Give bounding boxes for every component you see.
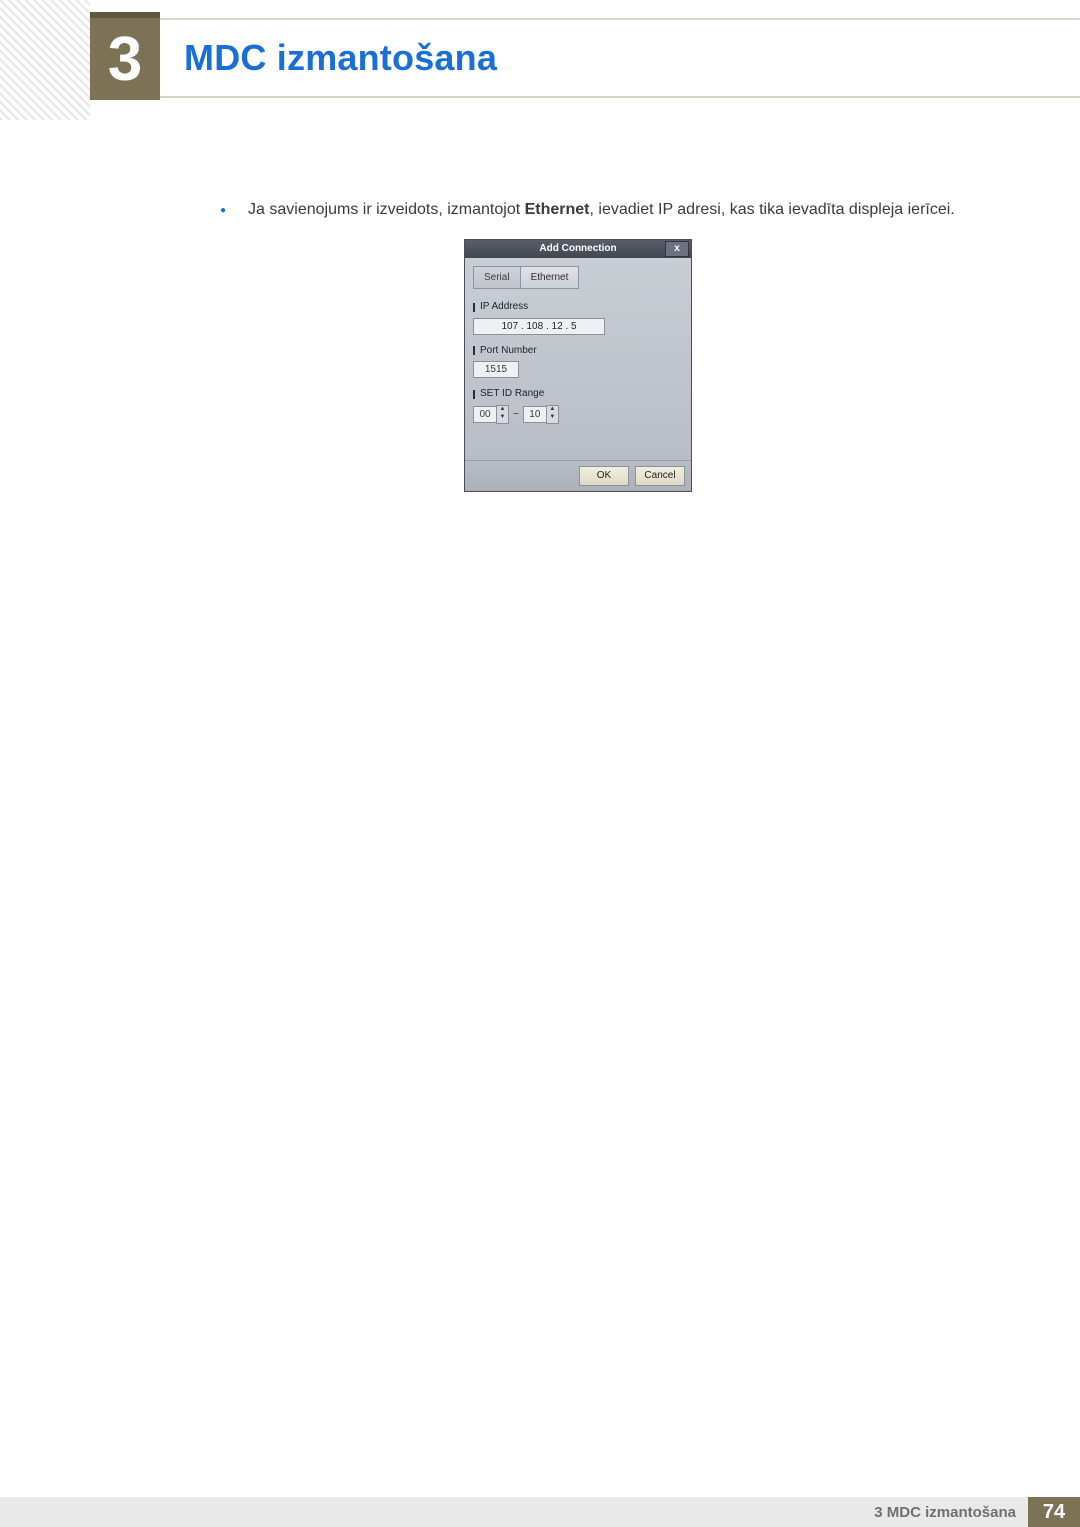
- label-port-number: Port Number: [473, 343, 683, 359]
- add-connection-dialog: Add Connection x Serial Ethernet IP Addr…: [464, 239, 692, 492]
- hatch-decoration: [0, 0, 90, 120]
- bullet-bold: Ethernet: [525, 201, 590, 218]
- chevron-down-icon: ▼: [547, 414, 558, 423]
- range-from-spinner[interactable]: 00 ▲▼: [473, 405, 509, 424]
- chevron-up-icon: ▲: [497, 406, 508, 415]
- bullet-icon: ●: [220, 200, 226, 223]
- ok-button[interactable]: OK: [579, 466, 629, 486]
- range-to-spinner[interactable]: 10 ▲▼: [523, 405, 559, 424]
- bullet-post: , ievadiet IP adresi, kas tika ievadīta …: [590, 201, 955, 218]
- page-number: 74: [1028, 1497, 1080, 1527]
- dialog-button-row: OK Cancel: [465, 460, 691, 491]
- spinner-buttons[interactable]: ▲▼: [546, 405, 559, 424]
- port-number-input[interactable]: 1515: [473, 361, 519, 378]
- close-icon: x: [674, 244, 680, 254]
- header-rule: MDC izmantošana: [160, 18, 1080, 98]
- ip-address-input[interactable]: 107 . 108 . 12 . 5: [473, 318, 605, 335]
- ip-address-row: 107 . 108 . 12 . 5: [473, 318, 683, 335]
- bullet-item: ● Ja savienojums ir izveidots, izmantojo…: [220, 198, 990, 223]
- bullet-text: Ja savienojums ir izveidots, izmantojot …: [248, 198, 955, 223]
- set-id-range-row: 00 ▲▼ ~ 10 ▲▼: [473, 405, 683, 424]
- range-from-value: 00: [473, 406, 496, 423]
- chevron-down-icon: ▼: [497, 414, 508, 423]
- chevron-up-icon: ▲: [547, 406, 558, 415]
- label-set-id-range: SET ID Range: [473, 386, 683, 402]
- cancel-button[interactable]: Cancel: [635, 466, 685, 486]
- page-header: 3 MDC izmantošana: [0, 0, 1080, 120]
- footer-text: 3 MDC izmantošana: [0, 1497, 1028, 1527]
- chapter-number-badge: 3: [90, 12, 160, 100]
- range-to-value: 10: [523, 406, 546, 423]
- tab-ethernet[interactable]: Ethernet: [520, 266, 580, 290]
- dialog-body: Serial Ethernet IP Address 107 . 108 . 1…: [465, 258, 691, 460]
- tab-serial[interactable]: Serial: [473, 266, 521, 290]
- range-separator: ~: [513, 407, 519, 423]
- close-button[interactable]: x: [665, 241, 689, 257]
- bullet-pre: Ja savienojums ir izveidots, izmantojot: [248, 201, 525, 218]
- label-ip-address: IP Address: [473, 299, 683, 315]
- dialog-titlebar: Add Connection x: [465, 240, 691, 258]
- body-text: ● Ja savienojums ir izveidots, izmantojo…: [220, 198, 990, 492]
- chapter-number: 3: [108, 24, 142, 95]
- dialog-tabs: Serial Ethernet: [473, 266, 683, 290]
- dialog-title-text: Add Connection: [539, 241, 616, 257]
- chapter-title: MDC izmantošana: [184, 37, 497, 79]
- spinner-buttons[interactable]: ▲▼: [496, 405, 509, 424]
- page-footer: 3 MDC izmantošana 74: [0, 1497, 1080, 1527]
